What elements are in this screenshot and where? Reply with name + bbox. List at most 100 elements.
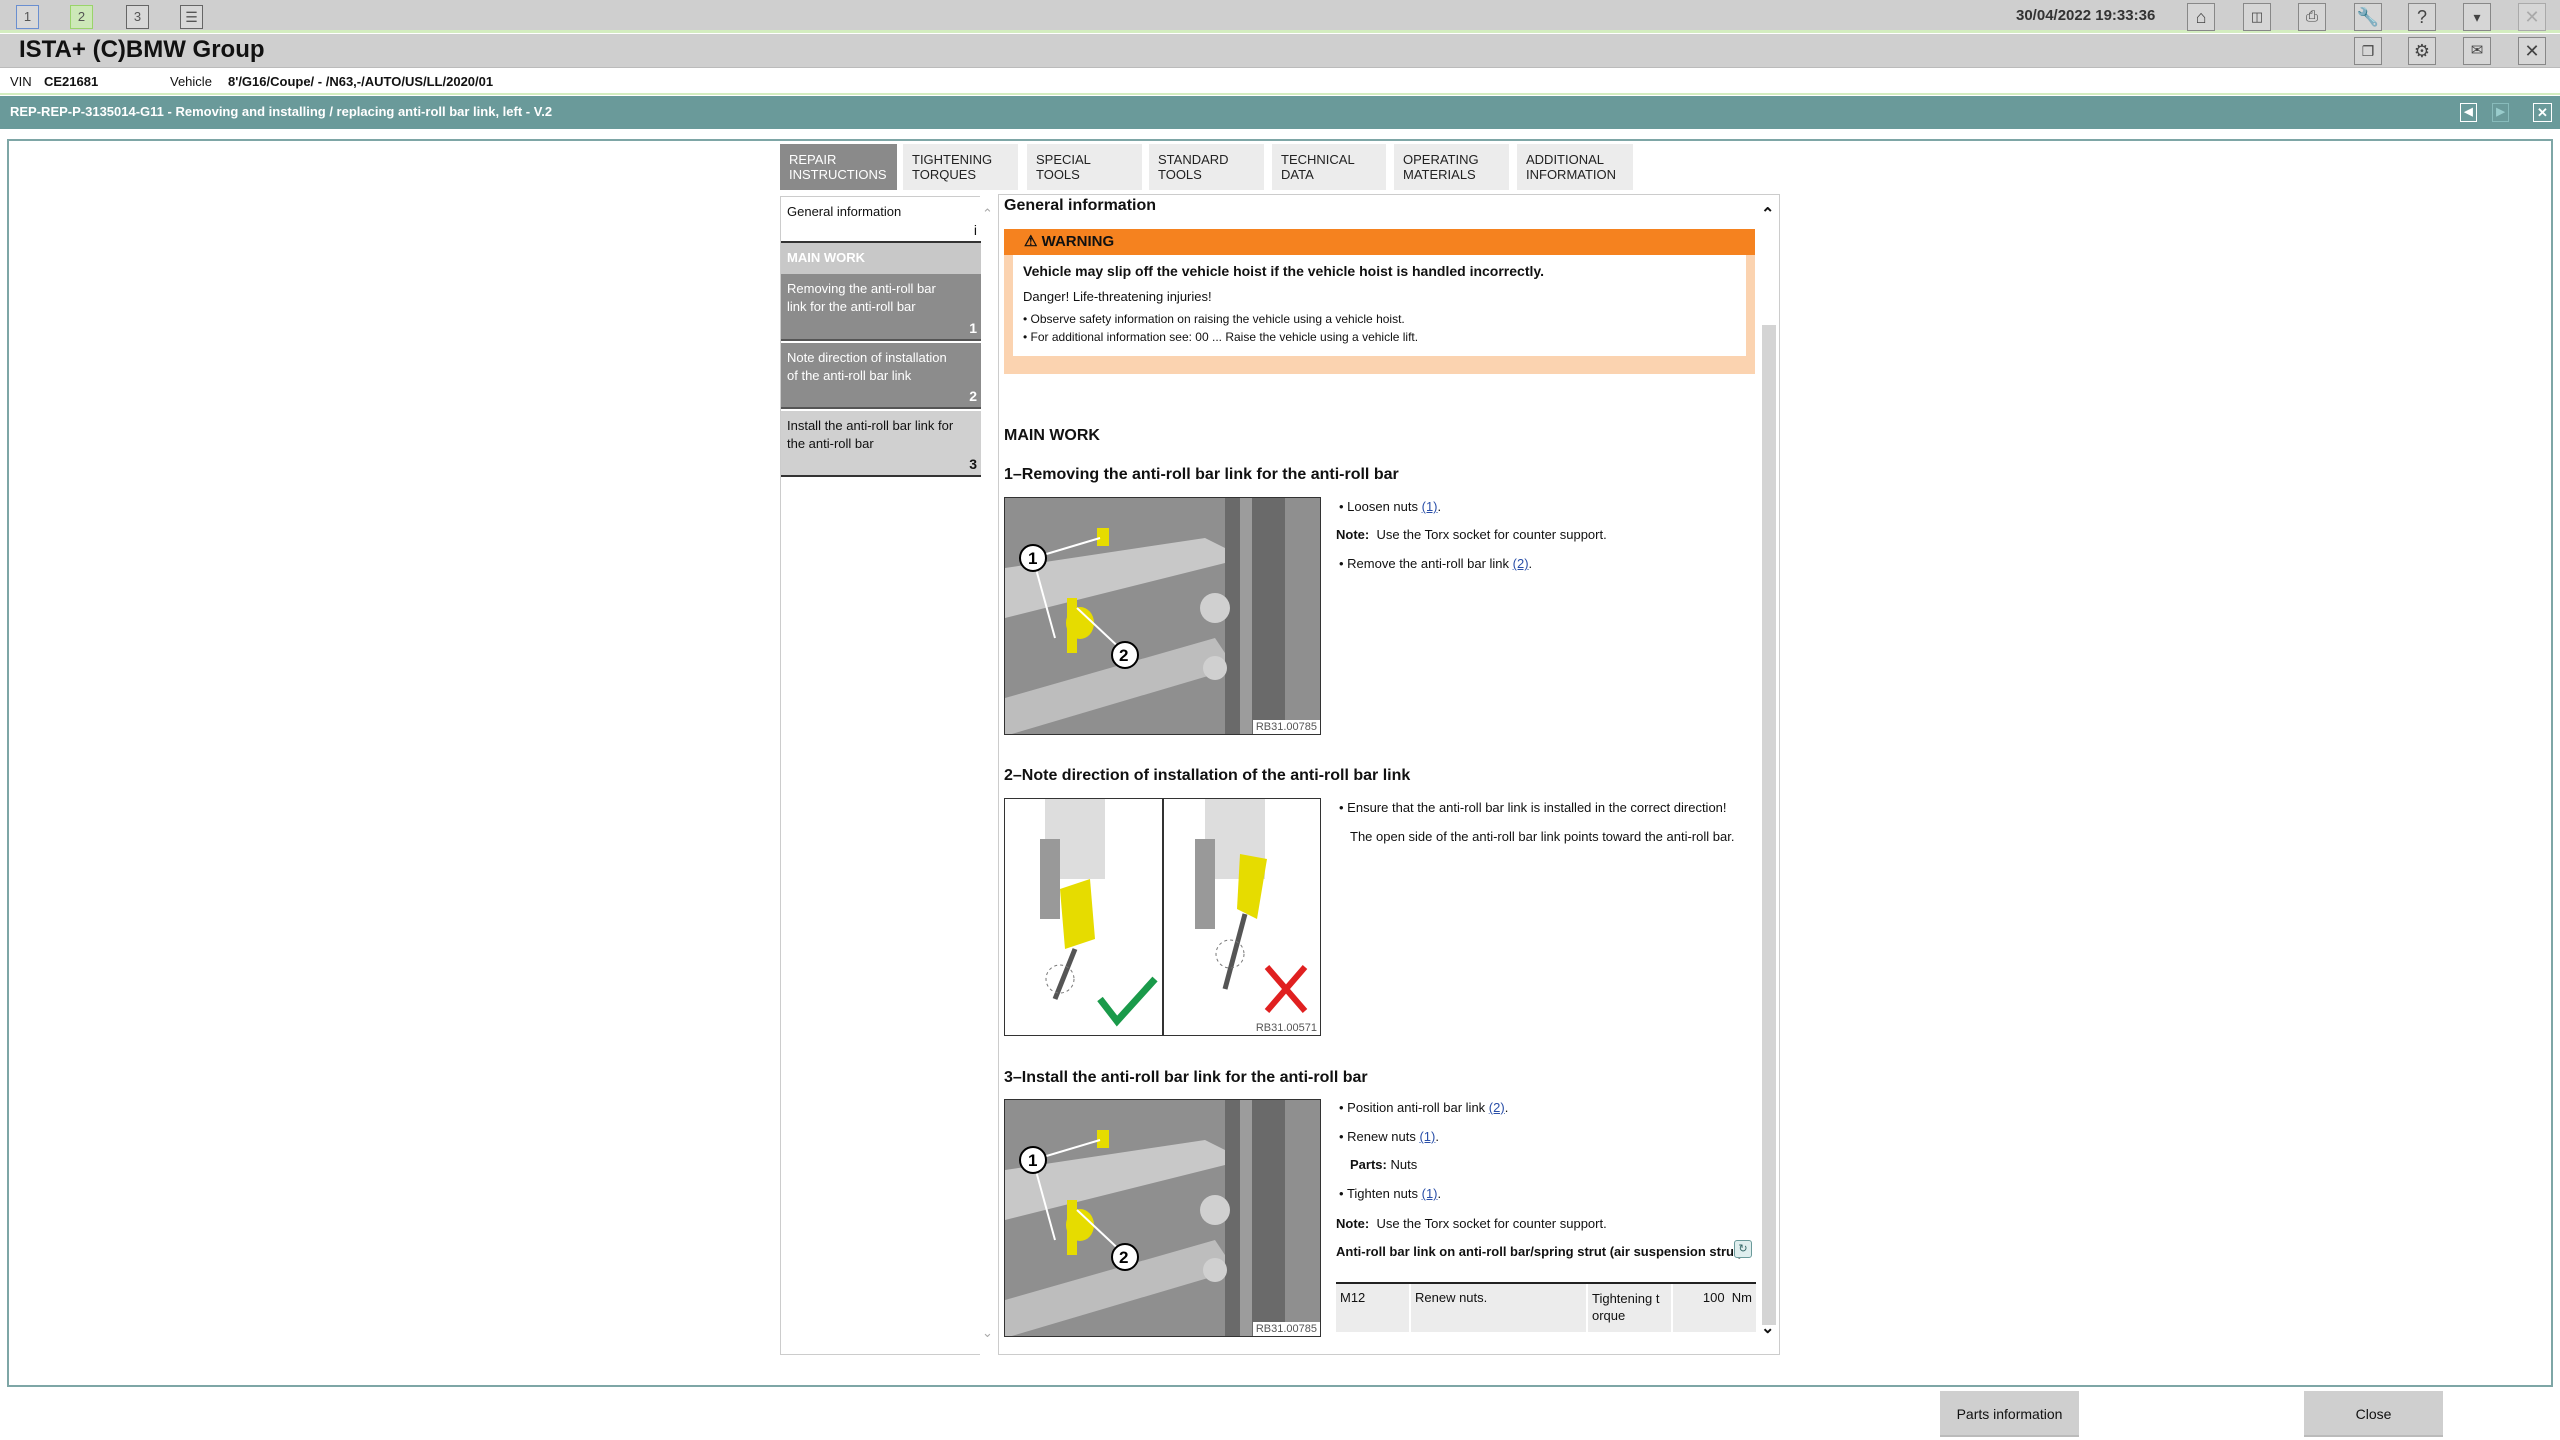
wrench-icon[interactable]: 🔧 (2354, 3, 2382, 31)
step-3-heading: 3–Install the anti-roll bar link for the… (1004, 1069, 1368, 1086)
parts-line: Parts: Nuts (1350, 1157, 1418, 1172)
nav-label: General information (787, 204, 902, 219)
help-icon[interactable]: ? (2408, 3, 2436, 31)
image-code: RB31.00785 (1252, 1322, 1320, 1336)
tab-tightening-torques[interactable]: TIGHTENING TORQUES (903, 144, 1018, 190)
torque-table-row: M12 Renew nuts. Tightening t orque 100 N… (1336, 1282, 1756, 1332)
suspension-illustration: 12 (1005, 1100, 1320, 1336)
tab-label: INFORMATION (1526, 167, 1617, 182)
torque-icon[interactable]: ↻ (1734, 1240, 1752, 1258)
direction-illustration (1040, 799, 1308, 1035)
reference-link[interactable]: (1) (1422, 499, 1438, 514)
warning-danger: Danger! Life-threatening injuries! (1023, 289, 1212, 304)
instruction-bullet: • Renew nuts (1). (1339, 1129, 1439, 1144)
gear-icon[interactable]: ⚙ (2408, 37, 2436, 65)
vehicle-label: Vehicle (170, 74, 212, 89)
session-tab-1[interactable]: 1 (16, 5, 39, 29)
step-2-heading: 2–Note direction of installation of the … (1004, 767, 1411, 784)
content-scrollbar-thumb[interactable] (1762, 325, 1776, 1325)
note: Note: Use the Torx socket for counter su… (1336, 527, 1607, 542)
warning-box: ⚠ WARNING Vehicle may slip off the vehic… (1004, 229, 1755, 374)
document-title: REP-REP-P-3135014-G11 - Removing and ins… (10, 104, 553, 119)
home-icon[interactable]: ⌂ (2187, 3, 2215, 31)
session-tab-2[interactable]: 2 (70, 5, 93, 29)
vin-label: VIN (10, 74, 32, 89)
nav-step-3[interactable]: Install the anti-roll bar link for the a… (781, 411, 981, 477)
tab-label: TECHNICAL (1281, 152, 1355, 167)
torque-size: M12 (1336, 1284, 1409, 1332)
nav-label: Install the anti-roll bar link for the a… (787, 418, 954, 451)
nav-scroll-up-icon[interactable]: ⌃ (982, 206, 993, 222)
tab-additional-information[interactable]: ADDITIONAL INFORMATION (1517, 144, 1633, 190)
tab-label: INSTRUCTIONS (789, 167, 887, 182)
step-number: 2 (969, 388, 977, 404)
tab-label: TORQUES (912, 167, 977, 182)
nav-step-2[interactable]: Note direction of installation of the an… (781, 343, 981, 409)
nav-scroll-down-icon[interactable]: ⌄ (982, 1325, 993, 1341)
tab-technical-data[interactable]: TECHNICAL DATA (1272, 144, 1386, 190)
reference-link[interactable]: (1) (1422, 1186, 1438, 1201)
step-navigation: General information i MAIN WORK Removing… (780, 196, 981, 1355)
torque-note: Renew nuts. (1411, 1284, 1586, 1332)
session-tab-3[interactable]: 3 (126, 5, 149, 29)
torque-type: Tightening t orque (1588, 1284, 1671, 1332)
reference-link[interactable]: (2) (1489, 1100, 1505, 1115)
svg-text:1: 1 (1028, 549, 1037, 568)
tab-special-tools[interactable]: SPECIAL TOOLS (1027, 144, 1142, 190)
suspension-illustration: 12 (1005, 498, 1320, 734)
previous-icon[interactable]: ◀ (2460, 103, 2477, 122)
warning-bullet: Observe safety information on raising th… (1030, 312, 1405, 326)
instruction-text: The open side of the anti-roll bar link … (1350, 829, 1735, 844)
tab-label: TIGHTENING (912, 152, 993, 167)
scroll-down-icon[interactable]: ⌄ (1761, 1318, 1774, 1338)
parts-information-button[interactable]: Parts information (1940, 1391, 2079, 1437)
app-title: ISTA+ (C)BMW Group (19, 36, 265, 63)
copy-document-icon[interactable]: ❐ (2354, 37, 2382, 65)
scroll-up-icon[interactable]: ⌃ (1761, 204, 1774, 224)
torque-title: Anti-roll bar link on anti-roll bar/spri… (1336, 1244, 1743, 1259)
warning-icon: ⚠ (1024, 233, 1042, 250)
image-code: RB31.00785 (1252, 720, 1320, 734)
svg-text:2: 2 (1119, 1248, 1128, 1267)
print-icon[interactable]: ⎙ (2298, 3, 2326, 31)
close-document-icon[interactable]: ✕ (2533, 103, 2552, 122)
warning-header: ⚠ WARNING (1004, 229, 1755, 255)
reference-link[interactable]: (2) (1513, 556, 1529, 571)
vehicle-info-row: VIN CE21681 Vehicle 8'/G16/Coupe/ - /N63… (0, 69, 2560, 95)
mail-icon[interactable]: ✉ (2463, 37, 2491, 65)
instruction-bullet: • Ensure that the anti-roll bar link is … (1339, 800, 1727, 815)
list-icon[interactable]: ☰ (180, 5, 203, 29)
tab-standard-tools[interactable]: STANDARD TOOLS (1149, 144, 1264, 190)
tab-operating-materials[interactable]: OPERATING MATERIALS (1394, 144, 1509, 190)
tab-label: ADDITIONAL (1526, 152, 1605, 167)
vehicle-value: 8'/G16/Coupe/ - /N63,-/AUTO/US/LL/2020/0… (228, 74, 494, 89)
next-icon[interactable]: ▶ (2492, 103, 2509, 122)
tab-label: STANDARD (1158, 152, 1229, 167)
instruction-bullet: • Loosen nuts (1). (1339, 499, 1442, 514)
nav-label: Removing the anti-roll bar link for the … (787, 281, 936, 314)
step-number: 1 (969, 320, 977, 336)
reference-link[interactable]: (1) (1419, 1129, 1435, 1144)
title-bar: ISTA+ (C)BMW Group ❐ ⚙ ✉ ✕ (0, 34, 2560, 68)
close-button[interactable]: Close (2304, 1391, 2443, 1437)
vin-value: CE21681 (44, 74, 99, 89)
tab-label: OPERATING (1403, 152, 1479, 167)
image-code: RB31.00571 (1252, 1021, 1320, 1035)
nav-general-information[interactable]: General information i (781, 197, 981, 243)
close-icon[interactable]: ✕ (2518, 3, 2546, 31)
warning-label: WARNING (1041, 233, 1115, 250)
close-icon[interactable]: ✕ (2518, 37, 2546, 65)
top-toolbar: 1 2 3 ☰ 30/04/2022 19:33:36 ⌂ ◫ ⎙ 🔧 ? ▾ … (0, 0, 2560, 33)
step-1-illustration: 12 RB31.00785 (1004, 497, 1321, 735)
warning-headline: Vehicle may slip off the vehicle hoist i… (1023, 263, 1545, 279)
note: Note: Use the Torx socket for counter su… (1336, 1216, 1607, 1231)
document-title-bar: REP-REP-P-3135014-G11 - Removing and ins… (0, 96, 2560, 129)
step-number: 3 (969, 456, 977, 472)
minimize-icon[interactable]: ▾ (2463, 3, 2491, 31)
step-1-heading: 1–Removing the anti-roll bar link for th… (1004, 466, 1399, 483)
split-view-icon[interactable]: ◫ (2243, 3, 2271, 31)
torque-value: 100 Nm (1673, 1284, 1756, 1332)
tab-label: DATA (1281, 167, 1314, 182)
tab-repair-instructions[interactable]: REPAIR INSTRUCTIONS (780, 144, 897, 190)
nav-step-1[interactable]: Removing the anti-roll bar link for the … (781, 274, 981, 341)
